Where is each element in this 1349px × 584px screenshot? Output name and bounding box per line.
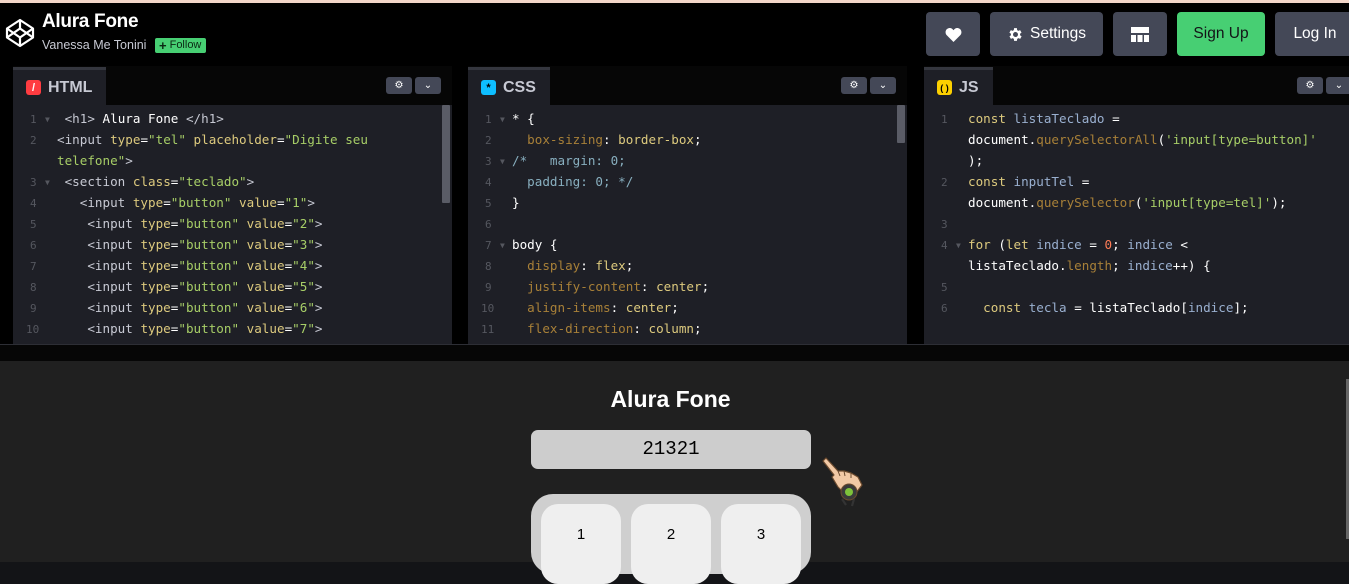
key-3-button[interactable]: 3 bbox=[721, 504, 801, 584]
html-code-area[interactable]: 1 ▼ <h1> Alura Fone </h1> 2 <input type="… bbox=[13, 105, 452, 344]
layout-grid-icon bbox=[1131, 26, 1149, 42]
signup-button[interactable]: Sign Up bbox=[1177, 12, 1265, 56]
gear-icon: ⚙ bbox=[1305, 80, 1315, 91]
css-settings-button[interactable]: ⚙ bbox=[841, 77, 867, 94]
code-line: flex-direction: column; bbox=[527, 321, 702, 336]
code-line: document.querySelectorAll('input[type=bu… bbox=[968, 132, 1317, 147]
follow-button[interactable]: + Follow bbox=[155, 38, 207, 53]
code-line: ); bbox=[968, 153, 984, 168]
phone-input[interactable]: 21321 bbox=[531, 430, 811, 469]
preview-heading: Alura Fone bbox=[610, 386, 731, 412]
gear-icon bbox=[1009, 27, 1022, 41]
key-2-button[interactable]: 2 bbox=[631, 504, 711, 584]
css-scrollbar[interactable] bbox=[897, 105, 905, 143]
code-line: justify-content: center; bbox=[527, 279, 710, 294]
code-line: * { bbox=[512, 111, 535, 126]
code-line: } bbox=[512, 195, 520, 210]
html-editor[interactable]: / HTML ⚙ ⌄ 1 ▼ <h1> Alura Fone </h1> 2 <i… bbox=[13, 66, 452, 344]
js-braces-icon: ( ) bbox=[937, 80, 952, 95]
html-editor-header: / HTML ⚙ ⌄ bbox=[13, 66, 452, 105]
js-collapse-button[interactable]: ⌄ bbox=[1326, 77, 1349, 94]
gear-icon: ⚙ bbox=[394, 80, 404, 91]
code-line: listaTeclado.length; indice++) { bbox=[968, 258, 1211, 273]
settings-button[interactable]: Settings bbox=[990, 12, 1103, 56]
author-name[interactable]: Vanessa Me Tonini bbox=[42, 38, 146, 52]
chevron-down-icon: ⌄ bbox=[878, 80, 888, 91]
fold-arrow-icon[interactable]: ▼ bbox=[500, 115, 505, 124]
chevron-down-icon: ⌄ bbox=[1334, 80, 1344, 91]
result-preview[interactable]: Alura Fone 21321 1 2 3 bbox=[0, 361, 1349, 584]
key-1-button[interactable]: 1 bbox=[541, 504, 621, 584]
code-line: const listaTeclado = bbox=[968, 111, 1120, 126]
code-line: telefone"> bbox=[57, 153, 133, 168]
keypad: 1 2 3 bbox=[531, 494, 811, 584]
gear-icon: ⚙ bbox=[849, 80, 859, 91]
css-editor-header: * CSS ⚙ ⌄ bbox=[468, 66, 907, 105]
code-line: display: flex; bbox=[527, 258, 634, 273]
js-code-area[interactable]: 1 const listaTeclado = document.querySel… bbox=[924, 105, 1349, 344]
code-line: <input type="button" value="7"> bbox=[87, 321, 323, 336]
code-line: <section class="teclado"> bbox=[64, 174, 255, 189]
js-editor-header: ( ) JS ⚙ ⌄ bbox=[924, 66, 1349, 105]
css-asterisk-icon: * bbox=[481, 80, 496, 95]
html-tab[interactable]: / HTML bbox=[13, 67, 107, 105]
fold-arrow-icon[interactable]: ▼ bbox=[956, 241, 961, 250]
pen-header: Alura Fone Vanessa Me Tonini + Follow Se… bbox=[0, 3, 1349, 66]
fold-arrow-icon[interactable]: ▼ bbox=[45, 178, 50, 187]
chevron-down-icon: ⌄ bbox=[423, 80, 433, 91]
code-line: <input type="button" value="3"> bbox=[87, 237, 323, 252]
css-tab-label: CSS bbox=[503, 78, 536, 96]
code-line: box-sizing: border-box; bbox=[527, 132, 702, 147]
html-slash-icon: / bbox=[26, 80, 41, 95]
code-line: const tecla = listaTeclado[indice]; bbox=[983, 300, 1249, 315]
code-line: <h1> Alura Fone </h1> bbox=[64, 111, 224, 126]
code-line: <input type="button" value="6"> bbox=[87, 300, 323, 315]
login-button[interactable]: Log In bbox=[1275, 12, 1349, 56]
code-line: const inputTel = bbox=[968, 174, 1090, 189]
js-tab-label: JS bbox=[959, 78, 979, 96]
fold-arrow-icon[interactable]: ▼ bbox=[45, 115, 50, 124]
code-line: document.querySelector('input[type=tel]'… bbox=[968, 195, 1287, 210]
js-editor[interactable]: ( ) JS ⚙ ⌄ 1 const listaTeclado = docume… bbox=[924, 66, 1349, 344]
resize-divider[interactable] bbox=[0, 344, 1349, 361]
plus-icon: + bbox=[159, 38, 167, 53]
code-line: <input type="button" value="1"> bbox=[79, 195, 315, 210]
code-line: padding: 0; */ bbox=[512, 174, 634, 189]
change-view-button[interactable] bbox=[1113, 12, 1167, 56]
follow-label: Follow bbox=[169, 39, 202, 51]
codepen-logo-icon[interactable] bbox=[4, 17, 36, 49]
html-collapse-button[interactable]: ⌄ bbox=[415, 77, 441, 94]
pen-title[interactable]: Alura Fone bbox=[42, 11, 139, 33]
code-line: <input type="button" value="2"> bbox=[87, 216, 323, 231]
code-line: <input type="tel" placeholder="Digite se… bbox=[57, 132, 368, 147]
code-line: <input type="button" value="5"> bbox=[87, 279, 323, 294]
fold-arrow-icon[interactable]: ▼ bbox=[500, 241, 505, 250]
settings-label: Settings bbox=[1029, 25, 1086, 42]
html-tab-label: HTML bbox=[48, 78, 93, 96]
html-settings-button[interactable]: ⚙ bbox=[386, 77, 412, 94]
code-line: body { bbox=[512, 237, 558, 252]
css-code-area[interactable]: 1 ▼ * { 2 box-sizing: border-box; 3 ▼ /* m… bbox=[468, 105, 907, 344]
like-button[interactable] bbox=[926, 12, 980, 56]
html-scrollbar[interactable] bbox=[442, 105, 450, 203]
code-line: /* margin: 0; bbox=[512, 153, 626, 168]
css-collapse-button[interactable]: ⌄ bbox=[870, 77, 896, 94]
code-line: for (let indice = 0; indice < bbox=[968, 237, 1188, 252]
css-editor[interactable]: * CSS ⚙ ⌄ 1 ▼ * { 2 box-sizing: border-bo… bbox=[468, 66, 907, 344]
css-tab[interactable]: * CSS bbox=[468, 67, 550, 105]
heart-icon bbox=[945, 27, 961, 42]
code-line: align-items: center; bbox=[527, 300, 679, 315]
pointer-hand-cursor-icon bbox=[822, 457, 863, 507]
js-settings-button[interactable]: ⚙ bbox=[1297, 77, 1323, 94]
js-tab[interactable]: ( ) JS bbox=[924, 67, 993, 105]
editor-panels: / HTML ⚙ ⌄ 1 ▼ <h1> Alura Fone </h1> 2 <i… bbox=[0, 66, 1349, 344]
code-line: <input type="button" value="4"> bbox=[87, 258, 323, 273]
fold-arrow-icon[interactable]: ▼ bbox=[500, 157, 505, 166]
